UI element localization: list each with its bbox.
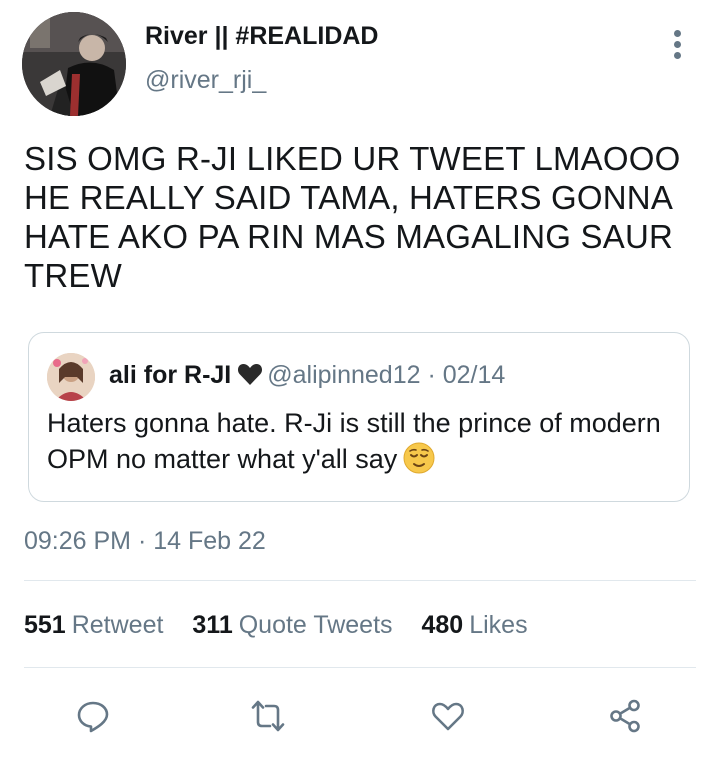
- likes-label: Likes: [469, 611, 528, 639]
- divider: [24, 580, 696, 581]
- tweet-timestamp[interactable]: 09:26 PM · 14 Feb 22: [24, 527, 266, 556]
- quoted-tweet-header: ali for R-JI @alipinned12 · 02/14: [109, 361, 505, 393]
- like-icon[interactable]: [430, 698, 466, 734]
- retweet-count-link[interactable]: 551 Retweet: [24, 611, 163, 640]
- author-name[interactable]: River || #REALIDAD: [145, 22, 378, 51]
- likes-count-link[interactable]: 480 Likes: [421, 611, 527, 640]
- tweet-text: SIS OMG R-JI LIKED UR TWEET LMAOOO HE RE…: [24, 140, 681, 294]
- quoted-tweet-text: Haters gonna hate. R-Ji is still the pri…: [47, 408, 661, 474]
- reply-icon[interactable]: [75, 698, 111, 734]
- quote-tweets-count-link[interactable]: 311 Quote Tweets: [192, 611, 392, 640]
- relieved-face-emoji-icon: [403, 442, 435, 483]
- quoted-tweet-meta: @alipinned12 · 02/14: [267, 361, 506, 389]
- quote-tweets-label: Quote Tweets: [238, 611, 393, 639]
- quoted-tweet-text-block: Haters gonna hate. R-Ji is still the pri…: [47, 405, 667, 483]
- retweet-icon[interactable]: [250, 698, 286, 734]
- divider: [24, 667, 696, 668]
- author-avatar[interactable]: [22, 12, 126, 116]
- quoted-tweet-card[interactable]: ali for R-JI @alipinned12 · 02/14 Haters …: [28, 332, 690, 502]
- likes-count: 480: [421, 611, 464, 639]
- black-heart-emoji-icon: [237, 362, 263, 393]
- retweet-count: 551: [24, 611, 66, 639]
- more-options-icon[interactable]: [666, 30, 688, 64]
- share-icon[interactable]: [607, 698, 643, 734]
- retweet-label: Retweet: [71, 611, 164, 639]
- quoted-author-name[interactable]: ali for R-JI: [109, 361, 231, 389]
- quote-tweets-count: 311: [192, 611, 233, 639]
- quoted-author-avatar[interactable]: [47, 353, 95, 401]
- tweet-stats: 551 Retweet 311 Quote Tweets 480 Likes: [24, 611, 550, 640]
- author-handle[interactable]: @river_rji_: [145, 66, 266, 95]
